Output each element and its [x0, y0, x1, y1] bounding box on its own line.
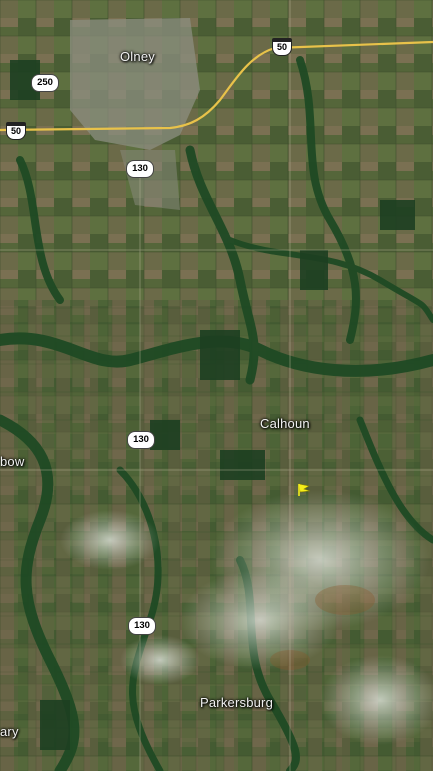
us-50-shield-east: 50 [272, 38, 292, 56]
place-label-ary: ary [0, 724, 19, 739]
us-50-shield-west: 50 [6, 122, 26, 140]
il-130-shield-mid: 130 [127, 431, 155, 449]
location-flag-icon[interactable] [295, 482, 313, 498]
satellite-terrain [0, 0, 433, 771]
place-label-olney: Olney [120, 49, 155, 64]
place-label-parkersburg: Parkersburg [200, 695, 274, 710]
map-view[interactable]: Olney Calhoun Parkersburg bow ary 50 50 … [0, 0, 433, 771]
il-130-shield-south: 130 [128, 617, 156, 635]
place-label-calhoun: Calhoun [260, 416, 310, 431]
place-label-bow: bow [0, 454, 25, 469]
il-250-shield: 250 [31, 74, 59, 92]
il-130-shield-north: 130 [126, 160, 154, 178]
